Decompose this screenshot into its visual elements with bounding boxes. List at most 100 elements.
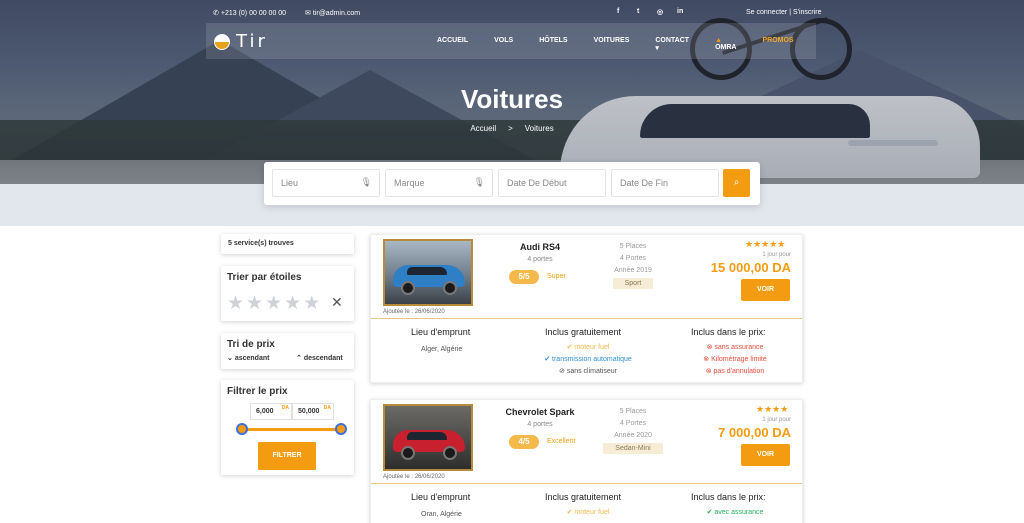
currency-label: DA	[323, 405, 331, 411]
star-icon[interactable]: ★	[303, 292, 320, 315]
price-period: 1 jour pour	[762, 252, 791, 258]
sort-ascending[interactable]: ⌄ ascendant	[227, 354, 269, 362]
twitter-icon[interactable]: t	[637, 8, 644, 15]
min-price-value: 6,000	[256, 408, 274, 415]
brand-name: Tir	[236, 31, 268, 52]
nav-links: ACCUEIL VOLS HÔTELS VOITURES CONTACT ▾ ▲…	[437, 37, 820, 52]
logo-icon	[214, 33, 230, 50]
location-input[interactable]: Lieu 🎙	[272, 169, 380, 197]
view-button[interactable]: VOIR	[741, 279, 790, 301]
price: 15 000,00 DA	[710, 260, 791, 275]
caret-down-icon: ⌄	[227, 355, 233, 362]
included-item: ✔ transmission automatique	[533, 354, 643, 366]
topbar-phone[interactable]: ✆ +213 (0) 00 00 00 00	[213, 9, 286, 17]
facebook-icon[interactable]: f	[617, 8, 624, 15]
sort-descending[interactable]: ⌃ descendant	[296, 354, 343, 362]
included-item: ✔ moteur fuel	[533, 342, 643, 354]
min-price-input[interactable]: 6,000 DA	[250, 403, 292, 420]
price: 7 000,00 DA	[718, 425, 791, 440]
linkedin-icon[interactable]: in	[677, 8, 684, 15]
car-image[interactable]	[383, 404, 473, 471]
price-included-title: Inclus dans le prix:	[691, 327, 766, 337]
free-included-list: ✔ moteur fuel	[533, 507, 643, 519]
star-filter-title: Trier par étoiles	[227, 272, 302, 283]
breadcrumb: Accueil > Voitures	[0, 124, 1024, 133]
nav-item-contact[interactable]: CONTACT ▾	[655, 37, 689, 52]
phone-text: +213 (0) 00 00 00 00	[220, 10, 287, 17]
nav-item-vols[interactable]: VOLS	[494, 37, 513, 52]
start-date-input[interactable]: Date De Début	[498, 169, 606, 197]
star-selector[interactable]: ★ ★ ★ ★ ★	[227, 292, 320, 315]
car-name[interactable]: Audi RS4	[489, 242, 591, 252]
nav-item-accueil[interactable]: ACCUEIL	[437, 37, 468, 52]
brand-input[interactable]: Marque 🎙	[385, 169, 493, 197]
instagram-icon[interactable]: ◎	[657, 8, 664, 16]
star-filter-panel: Trier par étoiles ★ ★ ★ ★ ★ ✕	[221, 266, 354, 321]
price-item-text: avec assurance	[714, 509, 764, 516]
clear-stars-icon[interactable]: ✕	[331, 294, 343, 311]
free-included-list: ✔ moteur fuel ✔ transmission automatique…	[533, 342, 643, 378]
car-specs: 5 Places 4 Portes Année 2019 Sport	[603, 241, 663, 290]
main-navbar: Tir ACCUEIL VOLS HÔTELS VOITURES CONTACT…	[206, 23, 816, 59]
spec-year: Année 2019	[614, 267, 652, 274]
hero-banner: ✆ +213 (0) 00 00 00 00 ✉ tir@admin.com f t…	[0, 0, 1024, 184]
topbar-email[interactable]: ✉ tir@admin.com	[305, 9, 360, 17]
breadcrumb-home[interactable]: Accueil	[470, 124, 496, 133]
nav-item-omra[interactable]: ▲ OMRA	[715, 37, 736, 52]
included-item-text: sans climatiseur	[566, 368, 617, 375]
search-bar: Lieu 🎙 Marque 🎙 Date De Début Date De Fin …	[264, 162, 760, 205]
divider	[371, 483, 802, 484]
phone-icon: ✆	[213, 10, 219, 17]
added-date: Ajoutée le : 26/06/2020	[383, 474, 445, 480]
cross-icon: ⊗	[706, 344, 713, 351]
caret-up-icon: ⌃	[296, 355, 302, 362]
star-icon[interactable]: ★	[265, 292, 282, 315]
topbar: ✆ +213 (0) 00 00 00 00 ✉ tir@admin.com f t…	[0, 7, 1024, 21]
price-included-title: Inclus dans le prix:	[691, 492, 766, 502]
car-image[interactable]	[383, 239, 473, 306]
price-item: ✔ avec assurance	[694, 507, 776, 519]
star-icon[interactable]: ★	[246, 292, 263, 315]
end-date-input[interactable]: Date De Fin	[611, 169, 719, 197]
car-name[interactable]: Chevrolet Spark	[489, 407, 591, 417]
price-filter-panel: Filtrer le prix 6,000 DA 50,000 DA FILTRER	[221, 380, 354, 475]
min-price-handle[interactable]	[236, 423, 248, 435]
auth-links[interactable]: Se connecter | S'inscrire	[746, 9, 822, 16]
view-button[interactable]: VOIR	[741, 444, 790, 466]
pickup-location: Oran, Algérie	[421, 511, 462, 518]
price-item: ⊗ pas d'annulation	[694, 366, 776, 378]
email-text: tir@admin.com	[312, 10, 361, 17]
brand-logo[interactable]: Tir	[214, 31, 268, 52]
car-window-shape	[407, 432, 447, 440]
price-slider-track[interactable]	[241, 428, 341, 431]
search-icon: ⌕	[733, 177, 740, 188]
microphone-icon[interactable]: 🎙	[474, 177, 485, 188]
spec-places: 5 Places	[619, 408, 647, 415]
star-icon[interactable]: ★	[284, 292, 301, 315]
filter-button[interactable]: FILTRER	[258, 442, 316, 470]
spec-places: 5 Places	[619, 243, 647, 250]
cross-icon: ⊗	[703, 356, 710, 363]
start-date-placeholder: Date De Début	[507, 178, 567, 188]
nav-item-voitures[interactable]: VOITURES	[594, 37, 630, 52]
star-rating: ★★★★★	[745, 239, 786, 249]
max-price-value: 50,000	[298, 408, 320, 415]
nav-omra-label: OMRA	[715, 44, 737, 51]
car-wheel-shape	[443, 281, 457, 295]
microphone-icon[interactable]: 🎙	[361, 177, 372, 188]
included-item-text: moteur fuel	[574, 344, 610, 351]
mail-icon: ✉	[305, 10, 311, 17]
price-filter-title: Filtrer le prix	[227, 386, 288, 397]
max-price-handle[interactable]	[335, 423, 347, 435]
car-doors: 4 portes	[527, 421, 553, 428]
nav-item-hotels[interactable]: HÔTELS	[539, 37, 567, 52]
check-icon: ✔	[566, 344, 573, 351]
nav-item-promos[interactable]: PROMOS	[762, 37, 793, 52]
breadcrumb-current: Voitures	[524, 124, 554, 133]
results-count: 5 service(s) trouves	[221, 234, 354, 254]
free-included-title: Inclus gratuitement	[545, 327, 622, 337]
search-button[interactable]: ⌕	[723, 169, 750, 197]
max-price-input[interactable]: 50,000 DA	[292, 403, 334, 420]
included-item: ✔ moteur fuel	[533, 507, 643, 519]
star-icon[interactable]: ★	[227, 292, 244, 315]
